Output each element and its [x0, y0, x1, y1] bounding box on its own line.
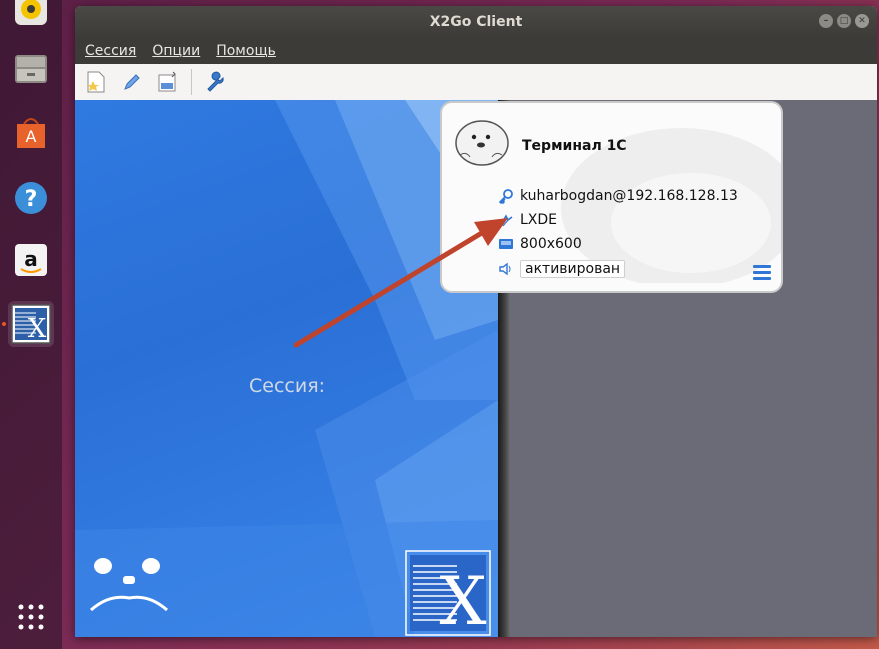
minimize-button[interactable]: – — [819, 14, 833, 28]
maximize-button[interactable]: □ — [837, 14, 851, 28]
key-icon — [498, 188, 514, 204]
session-resolution-row: 800x600 — [498, 236, 582, 252]
session-desktop: LXDE — [520, 212, 558, 228]
x2go-icon[interactable]: X — [8, 301, 54, 347]
session-label: Сессия: — [249, 375, 326, 397]
display-icon — [498, 236, 514, 252]
x2go-mascot-logo — [89, 550, 169, 624]
launcher-dock: A ? a X — [0, 0, 62, 649]
session-sound-status: активирован — [520, 260, 626, 278]
desktop-type-icon — [498, 212, 514, 228]
close-button[interactable]: ✕ — [855, 14, 869, 28]
toolbar-separator — [191, 69, 192, 95]
session-card[interactable]: Терминал 1С kuharbogdan@192.168.128.13 L… — [440, 101, 783, 293]
svg-text:?: ? — [25, 187, 38, 212]
session-preview-panel: Сессия: X — [75, 100, 498, 637]
window-title: X2Go Client — [429, 14, 523, 30]
menubar: Сессия Опции Помощь — [75, 38, 877, 64]
menu-options[interactable]: Опции — [152, 43, 200, 59]
rhythmbox-icon[interactable] — [8, 0, 54, 32]
speaker-icon — [498, 261, 514, 277]
session-server-row: kuharbogdan@192.168.128.13 — [498, 188, 738, 204]
preferences-wrench-icon[interactable] — [202, 69, 228, 95]
window-titlebar[interactable]: X2Go Client – □ ✕ — [75, 6, 877, 38]
svg-text:X: X — [28, 314, 47, 344]
svg-text:a: a — [24, 247, 38, 271]
session-sound-row: активирован — [498, 260, 626, 278]
toolbar — [75, 64, 877, 101]
amazon-icon[interactable]: a — [8, 237, 54, 283]
software-center-icon[interactable]: A — [8, 109, 54, 155]
help-icon[interactable]: ? — [8, 175, 54, 221]
session-resolution: 800x600 — [520, 236, 582, 252]
session-avatar-icon — [452, 115, 510, 171]
apps-grid-icon[interactable] — [8, 594, 54, 640]
session-server: kuharbogdan@192.168.128.13 — [520, 188, 738, 204]
menu-session[interactable]: Сессия — [85, 43, 136, 59]
x2go-x-logo: X — [405, 550, 491, 637]
svg-text:X: X — [440, 563, 487, 636]
running-indicator — [2, 322, 6, 326]
new-session-icon[interactable] — [83, 69, 109, 95]
svg-text:A: A — [26, 127, 37, 146]
files-icon[interactable] — [8, 46, 54, 92]
session-menu-icon[interactable] — [753, 265, 771, 281]
session-desktop-row: LXDE — [498, 212, 557, 228]
session-settings-icon[interactable] — [155, 69, 181, 95]
session-name: Терминал 1С — [522, 138, 627, 154]
edit-session-icon[interactable] — [119, 69, 145, 95]
menu-help[interactable]: Помощь — [216, 43, 276, 59]
